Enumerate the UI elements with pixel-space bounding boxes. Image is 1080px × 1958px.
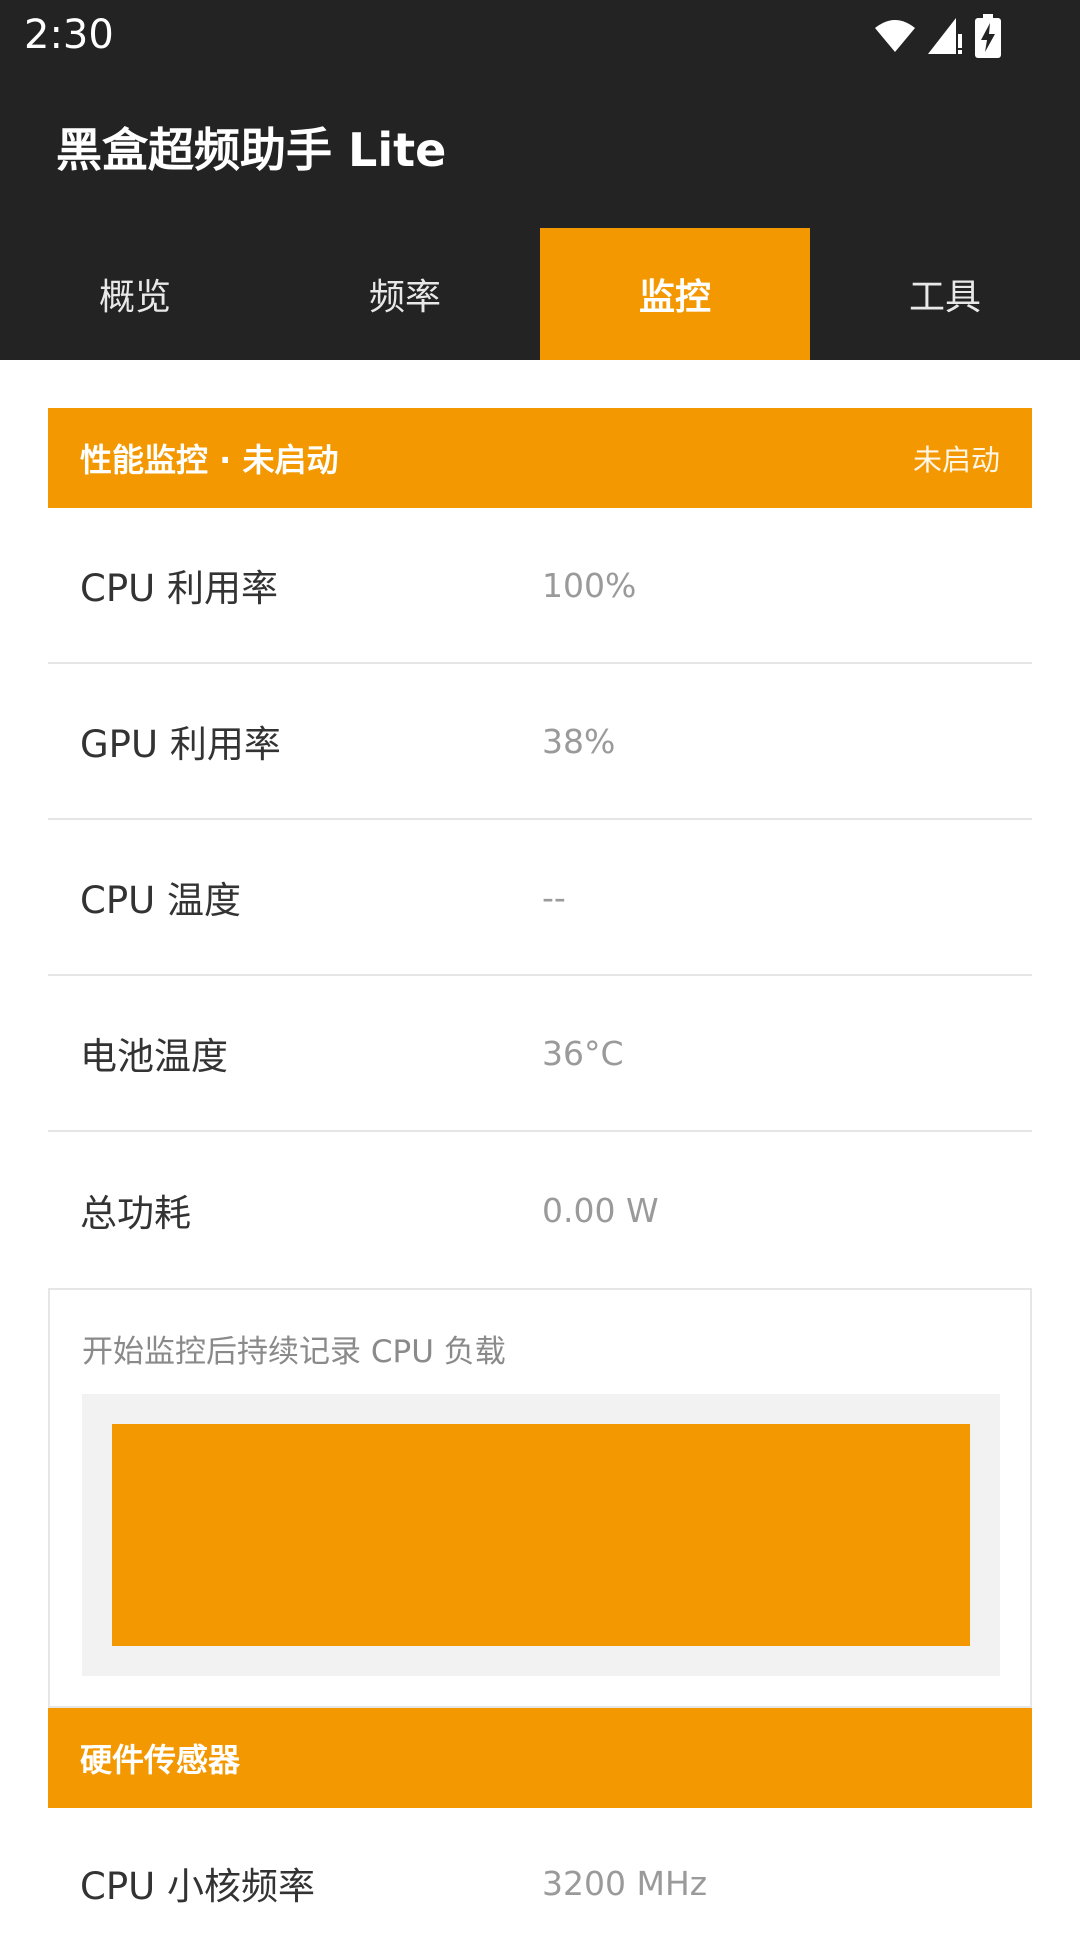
row-label: CPU 温度 (80, 879, 241, 922)
row-value: 100% (542, 565, 637, 605)
total-power-row: 总功耗 0.00 W (48, 1132, 1032, 1288)
sensor-section-header: 硬件传感器 (48, 1708, 1032, 1808)
tab-tools[interactable]: 工具 (810, 228, 1080, 360)
sensor-section-title: 硬件传感器 (80, 1741, 241, 1779)
tab-bar: 概览 频率 监控 工具 (0, 228, 1080, 360)
monitor-section-header: 性能监控 · 未启动 未启动 (48, 408, 1032, 508)
status-time: 2:30 (24, 12, 114, 58)
row-value: 3200 MHz (542, 1863, 708, 1903)
row-label: GPU 利用率 (80, 723, 281, 766)
monitor-content: 性能监控 · 未启动 未启动 CPU 利用率 100% GPU 利用率 38% … (48, 408, 1032, 1958)
chart-caption: 开始监控后持续记录 CPU 负载 (82, 1334, 506, 1370)
wifi-icon (874, 18, 916, 54)
tab-monitor[interactable]: 监控 (540, 228, 810, 360)
tab-frequency[interactable]: 频率 (270, 228, 540, 360)
app-title: 黑盒超频助手 Lite (56, 123, 447, 177)
row-value: 0.00 W (542, 1190, 659, 1230)
battery-temperature-row: 电池温度 36°C (48, 976, 1032, 1132)
cpu-temperature-row: CPU 温度 -- (48, 820, 1032, 976)
row-label: CPU 小核频率 (80, 1865, 315, 1908)
battery-charging-icon (974, 14, 1002, 58)
row-label: CPU 利用率 (80, 567, 278, 610)
app-bar: 黑盒超频助手 Lite (0, 72, 1080, 228)
status-icons (874, 14, 1002, 58)
cpu-little-core-frequency-row: CPU 小核频率 3200 MHz (48, 1808, 1032, 1958)
row-value: 36°C (542, 1033, 624, 1073)
cpu-load-chart (82, 1394, 1000, 1676)
gpu-usage-row: GPU 利用率 38% (48, 664, 1032, 820)
cpu-load-chart-card: 开始监控后持续记录 CPU 负载 (48, 1288, 1032, 1708)
monitor-status-text: 未启动 (912, 443, 1000, 477)
tab-overview[interactable]: 概览 (0, 228, 270, 360)
row-label: 电池温度 (80, 1035, 228, 1078)
cellular-signal-icon (926, 16, 964, 56)
row-value: -- (542, 877, 566, 917)
monitor-section-title: 性能监控 · 未启动 (80, 441, 339, 479)
row-value: 38% (542, 721, 616, 761)
cpu-load-bar (112, 1424, 970, 1646)
status-bar: 2:30 (0, 0, 1080, 72)
row-label: 总功耗 (80, 1192, 191, 1235)
cpu-usage-row: CPU 利用率 100% (48, 508, 1032, 664)
